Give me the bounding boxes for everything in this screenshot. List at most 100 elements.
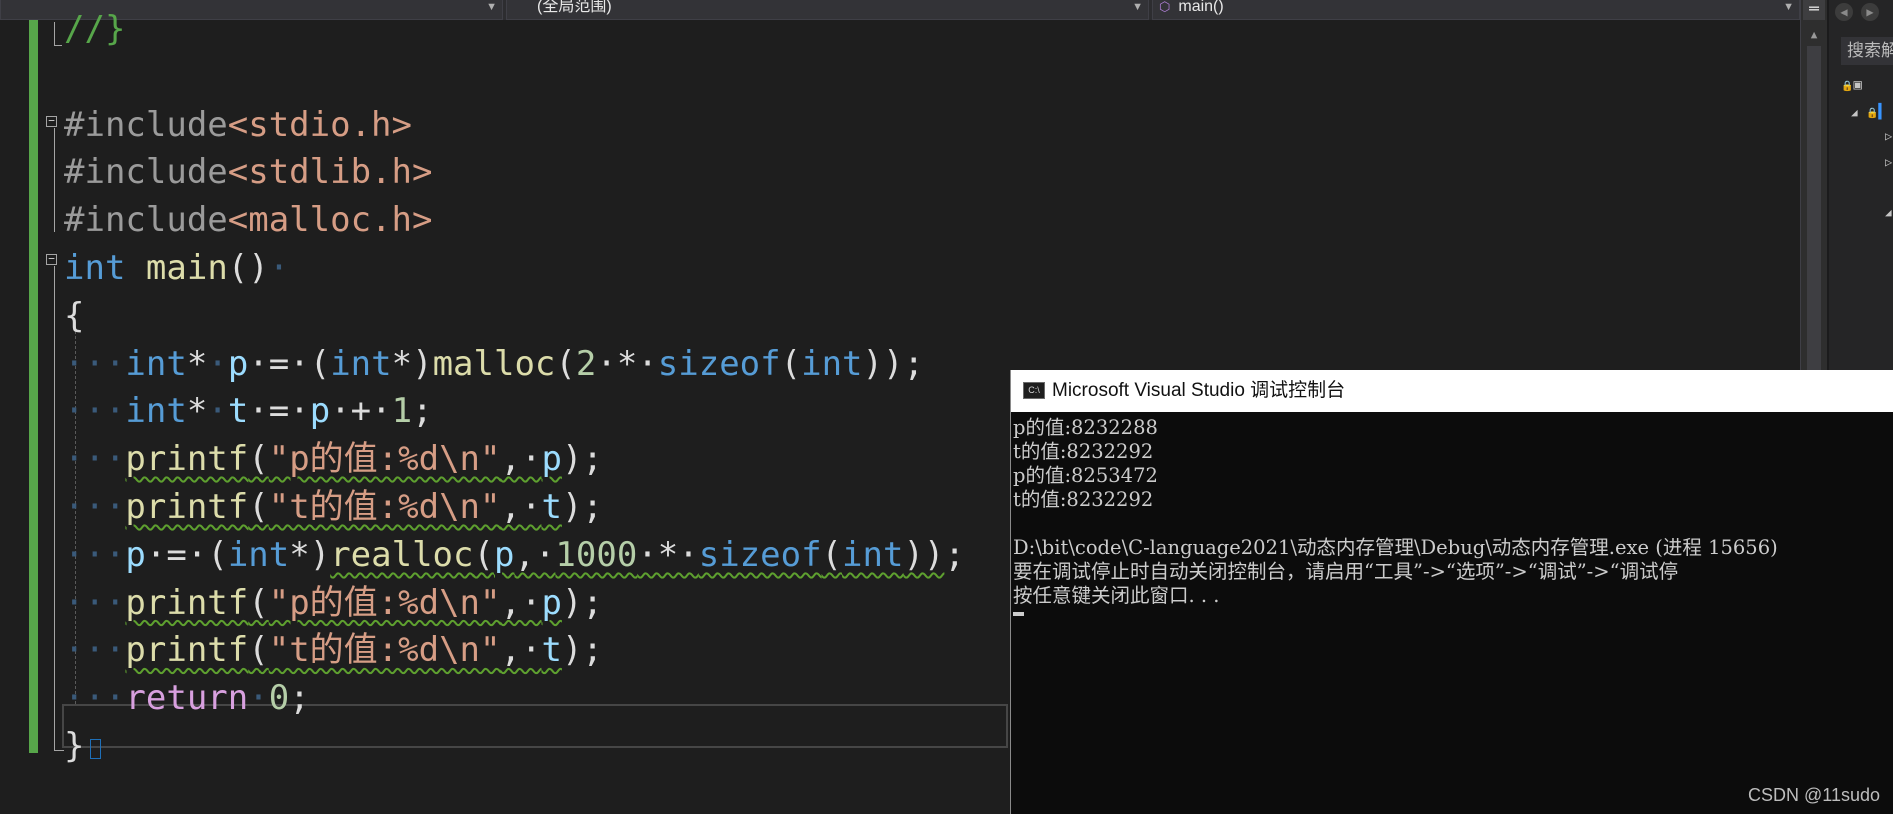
change-tracking-bar: [29, 20, 38, 753]
code-token: ,·: [514, 534, 556, 575]
watermark: CSDN @11sudo: [1748, 785, 1880, 805]
code-token: p: [541, 439, 562, 480]
code-token: ;: [289, 678, 310, 719]
project-icon: ▍: [1878, 104, 1887, 120]
scope-dropdown[interactable]: (全局范围) ▼: [506, 0, 1149, 20]
code-line[interactable]: ···printf("t的值:%d\n",·t);: [64, 628, 603, 672]
code-line[interactable]: #include<stdio.h>: [64, 103, 412, 147]
collapse-icon[interactable]: −: [46, 115, 57, 127]
text-caret: [90, 739, 102, 759]
code-token: ·+·: [330, 391, 392, 432]
scope-dropdown-value: (全局范围): [537, 0, 612, 15]
code-token: );: [561, 630, 603, 671]
code-line[interactable]: ···int*·p·=·(int*)malloc(2·*·sizeof(int)…: [64, 342, 924, 386]
lock-icon: 🔒: [1841, 81, 1854, 92]
code-token: "t的值:%d\n": [268, 630, 501, 671]
code-token: *: [186, 391, 208, 432]
code-token: ,·: [500, 439, 542, 480]
code-token: int: [801, 343, 863, 384]
code-token: p: [493, 534, 515, 575]
code-line[interactable]: ···printf("p的值:%d\n",·p);: [64, 581, 603, 625]
code-token: 0: [268, 678, 290, 719]
code-token: <stdlib.h>: [227, 152, 433, 193]
code-token: ·: [268, 248, 290, 288]
code-token: ···: [64, 439, 126, 480]
scroll-up-icon[interactable]: ▲: [1801, 28, 1827, 41]
code-token: (: [555, 343, 576, 384]
forward-icon[interactable]: ▶: [1861, 3, 1879, 21]
code-token: <stdio.h>: [227, 104, 412, 145]
lock-icon: 🔒: [1866, 108, 1879, 119]
debug-console-window[interactable]: C:\ Microsoft Visual Studio 调试控制台 p的值:82…: [1010, 370, 1893, 814]
expanded-arrow-icon[interactable]: ◢: [1885, 206, 1892, 219]
code-line[interactable]: }: [64, 724, 102, 768]
code-token: int: [842, 534, 904, 575]
code-token: {: [64, 295, 85, 336]
code-token: ···: [64, 534, 126, 575]
chevron-down-icon: ▼: [1783, 1, 1794, 13]
split-window-icon[interactable]: ═: [1803, 0, 1825, 20]
code-token: malloc: [432, 343, 556, 384]
outline-line: [54, 128, 55, 232]
code-token: p: [125, 534, 146, 575]
code-line[interactable]: ···return·0;: [64, 676, 310, 720]
solution-icon: ▣: [1853, 77, 1862, 93]
code-token: realloc: [330, 534, 474, 575]
code-token: (: [821, 534, 843, 575]
collapse-icon[interactable]: −: [46, 253, 57, 265]
console-line: 要在调试停止时自动关闭控制台，请启用“工具”->“选项”->“调试”->“调试停: [1013, 560, 1679, 583]
code-line[interactable]: ···int*·t·=·p·+·1;: [64, 389, 433, 433]
code-token: p: [541, 582, 562, 623]
console-title: Microsoft Visual Studio 调试控制台: [1052, 380, 1346, 401]
console-titlebar[interactable]: C:\ Microsoft Visual Studio 调试控制台: [1011, 370, 1893, 412]
chevron-down-icon: ▼: [486, 1, 497, 13]
code-token: printf: [125, 487, 249, 527]
outline-line: [54, 266, 55, 750]
member-dropdown[interactable]: ⬡ main() ▼: [1152, 0, 1800, 20]
code-token: ;: [944, 534, 965, 575]
code-token: ·=·: [145, 534, 208, 575]
code-token: }: [64, 726, 85, 766]
console-output[interactable]: p的值:8232288 t的值:8232292 p的值:8253472 t的值:…: [1013, 416, 1893, 616]
code-token: t: [541, 630, 562, 671]
console-line: p的值:8253472: [1013, 464, 1158, 487]
code-token: 1: [391, 391, 413, 432]
project-node[interactable]: ◢ 🔒▍: [1851, 104, 1887, 120]
code-token: printf: [125, 439, 249, 480]
code-token: )): [903, 534, 945, 575]
code-line[interactable]: //}: [64, 7, 125, 51]
code-token: );: [561, 487, 603, 527]
code-line[interactable]: #include<stdlib.h>: [64, 150, 432, 194]
code-token: (: [309, 343, 331, 384]
console-line: D:\bit\code\C-language2021\动态内存管理\Debug\…: [1013, 536, 1778, 559]
code-token: *): [391, 343, 433, 384]
scroll-thumb[interactable]: [1807, 46, 1821, 376]
code-token: "t的值:%d\n": [268, 487, 501, 527]
code-token: sizeof: [698, 534, 822, 575]
solution-search-input[interactable]: 搜索解: [1841, 37, 1893, 65]
code-token: ;: [412, 391, 433, 432]
back-icon[interactable]: ◀: [1835, 3, 1853, 21]
console-line: p的值:8232288: [1013, 416, 1158, 439]
code-token: <malloc.h>: [227, 200, 433, 241]
code-token: (: [248, 487, 269, 527]
function-icon: ⬡: [1159, 0, 1171, 14]
console-line: 按任意键关闭此窗口. . .: [1013, 584, 1220, 607]
code-line[interactable]: {: [64, 294, 84, 338]
collapsed-arrow-icon[interactable]: ▷: [1885, 155, 1892, 169]
code-token: #include: [64, 200, 228, 241]
code-line[interactable]: ···p·=·(int*)realloc(p,·1000·*·sizeof(in…: [64, 533, 965, 577]
code-line[interactable]: #include<malloc.h>: [64, 198, 432, 242]
code-token: ,·: [500, 582, 542, 623]
solution-node[interactable]: 🔒▣: [1841, 77, 1862, 93]
code-line[interactable]: int main()·: [64, 246, 289, 290]
collapsed-arrow-icon[interactable]: ▷: [1885, 129, 1892, 143]
code-line[interactable]: ···printf("p的值:%d\n",·p);: [64, 437, 603, 481]
navigation-bar: ▼ (全局范围) ▼ ⬡ main() ▼: [0, 0, 1802, 20]
code-token: t: [227, 391, 249, 432]
code-token: (: [473, 534, 494, 575]
console-line: t的值:8232292: [1013, 488, 1154, 511]
code-token: "p的值:%d\n": [268, 439, 501, 480]
code-line[interactable]: ···printf("t的值:%d\n",·t);: [64, 485, 603, 529]
